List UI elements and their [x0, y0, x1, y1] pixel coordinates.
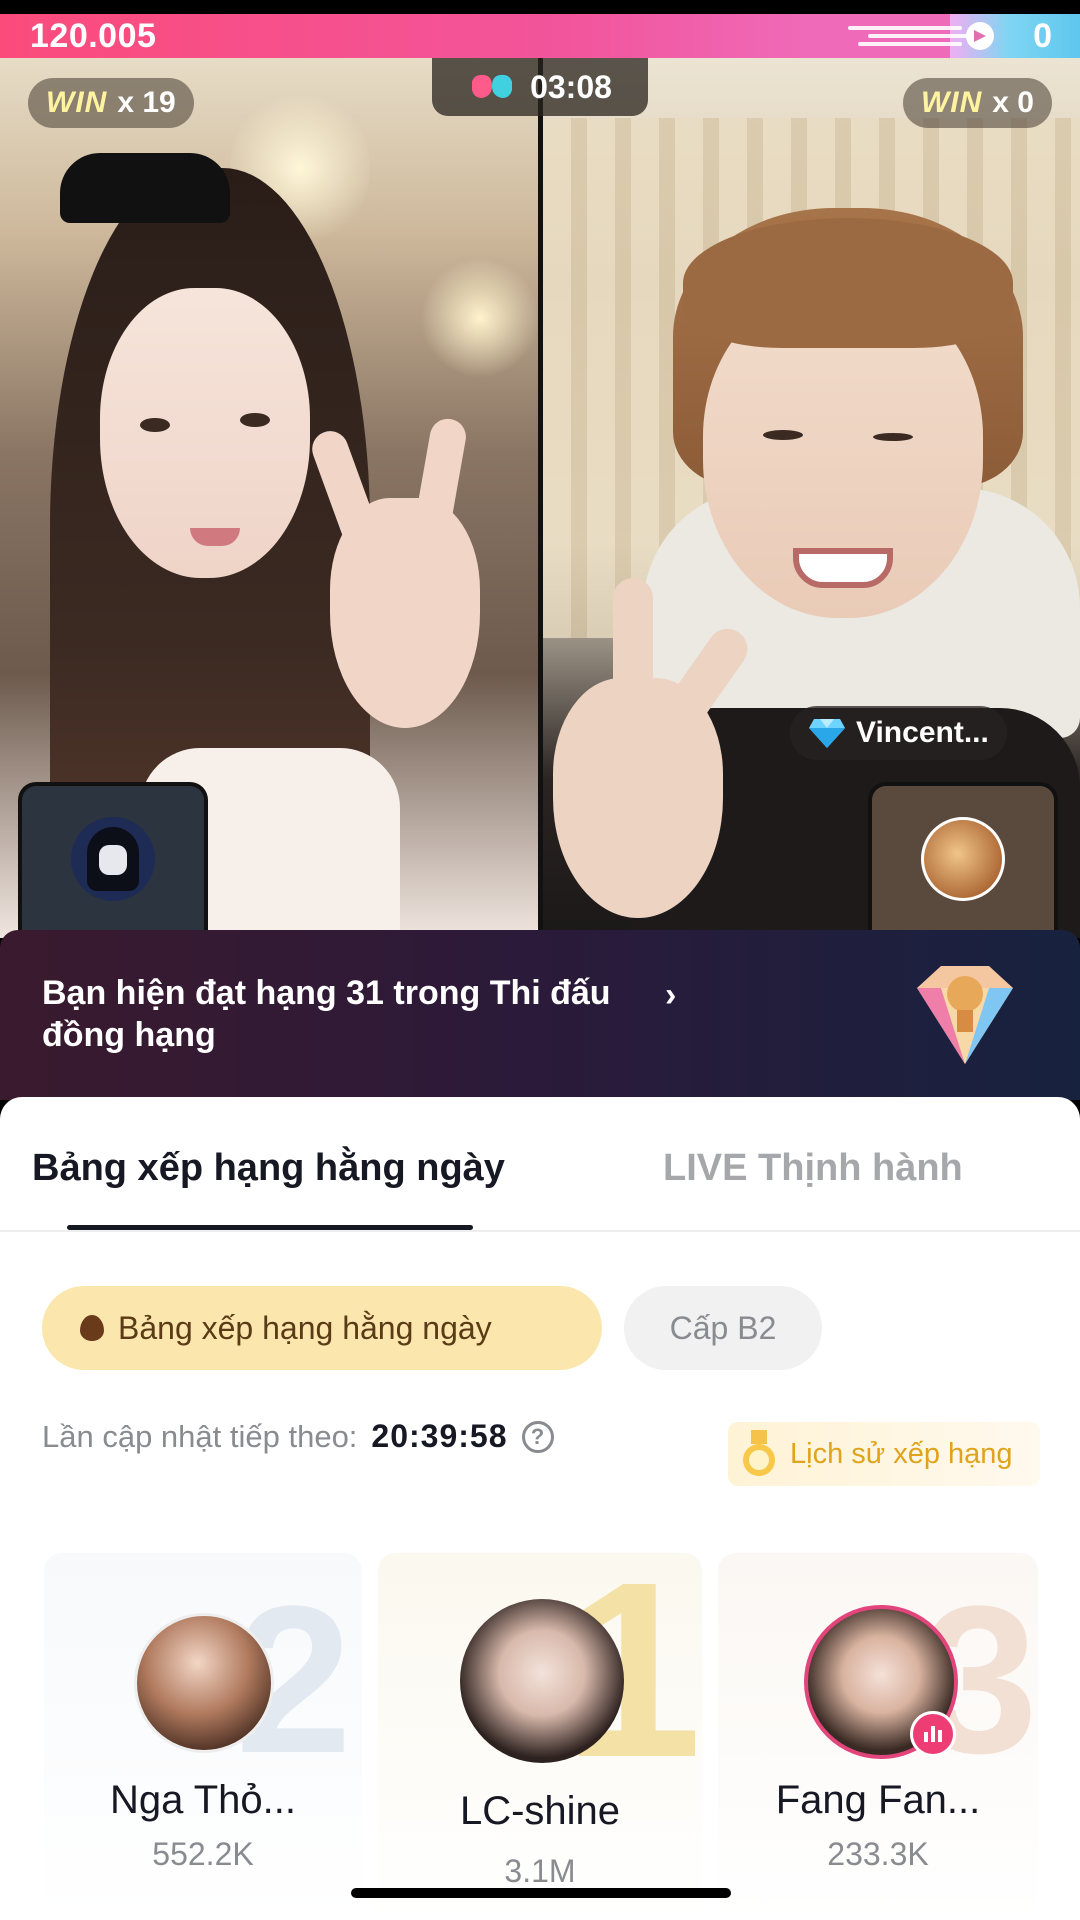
avatar-art [924, 820, 1002, 898]
right-win-streak: WIN x 0 [902, 78, 1052, 128]
medal-icon [743, 1430, 775, 1476]
right-stream-video[interactable]: WIN x 0 [543, 58, 1080, 938]
next-update-row: Lần cập nhật tiếp theo: 20:39:58 ? [42, 1418, 554, 1455]
timer-value: 03:08 [530, 68, 612, 105]
battle-score-bar: 120.005 0 [0, 14, 1080, 58]
avatar [134, 1613, 274, 1753]
rank-banner[interactable]: Bạn hiện đạt hạng 31 trong Thi đấu đồng … [0, 930, 1080, 1100]
chip-level-b2[interactable]: Cấp B2 [624, 1286, 822, 1370]
chandelier-light [420, 258, 538, 378]
podium-score: 233.3K [827, 1836, 929, 1872]
win-label: WIN [920, 86, 983, 119]
left-win-streak: WIN x 19 [28, 78, 194, 128]
podium-rank-3[interactable]: 3 Fang Fan... 233.3K [718, 1553, 1038, 1920]
diamond-icon [809, 719, 845, 748]
right-score-container: 0 [848, 14, 1080, 58]
bow-shape [60, 153, 230, 223]
gloves-icon [472, 74, 513, 98]
help-icon[interactable]: ? [521, 1420, 554, 1453]
podium-name: Nga Thỏ... [109, 1778, 297, 1822]
chip-daily-ranking[interactable]: Bảng xếp hạng hằng ngày [42, 1286, 602, 1370]
podium-name: Fang Fan... [775, 1778, 981, 1822]
win-label: WIN [46, 86, 108, 119]
next-update-label: Lần cập nhật tiếp theo: [42, 1418, 358, 1454]
status-strip [0, 0, 1080, 14]
right-guest-card[interactable] [868, 782, 1058, 932]
tab-live-trending[interactable]: LIVE Thịnh hành [663, 1147, 963, 1190]
opponent-name-pill[interactable]: Vincent... [790, 706, 1007, 760]
left-guest-card[interactable] [18, 782, 208, 932]
bar [938, 1730, 942, 1742]
eye-shape [763, 430, 803, 440]
ranking-history-button[interactable]: Lịch sử xếp hạng [728, 1422, 1040, 1486]
battle-timer: 03:08 [432, 58, 648, 116]
tab-daily-ranking[interactable]: Bảng xếp hạng hằng ngày [32, 1147, 505, 1190]
rank-banner-text: Bạn hiện đạt hạng 31 trong Thi đấu đồng … [42, 974, 611, 1054]
chip-label: Bảng xếp hạng hằng ngày [118, 1309, 492, 1346]
active-tab-indicator [67, 1225, 473, 1230]
leaderboard-tabs: Bảng xếp hạng hằng ngày LIVE Thịnh hành [0, 1097, 1080, 1232]
next-update-time: 20:39:58 [371, 1418, 508, 1454]
mouth-shape [793, 548, 893, 588]
chip-label: Cấp B2 [669, 1309, 777, 1346]
ranking-history-label: Lịch sử xếp hạng [790, 1437, 1013, 1470]
guest-avatar [921, 817, 1005, 901]
left-stream-video[interactable]: WIN x 19 [0, 58, 538, 938]
fringe-shape [683, 218, 1013, 348]
mask-shape [99, 845, 127, 875]
bar [924, 1732, 928, 1742]
live-bars-icon [910, 1711, 956, 1757]
eye-shape [873, 433, 913, 441]
drop-icon [80, 1315, 104, 1341]
opponent-name: Vincent... [856, 716, 989, 749]
avatar [460, 1599, 624, 1763]
bar [931, 1726, 935, 1742]
home-indicator[interactable] [351, 1888, 731, 1898]
eye-shape [240, 413, 270, 427]
meteor-icon [848, 22, 994, 50]
podium-name: LC-shine [459, 1789, 621, 1833]
win-count: x 0 [992, 86, 1034, 119]
podium-rank-1[interactable]: 1 LC-shine 3.1M [378, 1545, 702, 1920]
trophy-gem-icon [917, 966, 1013, 1064]
guest-avatar [71, 817, 155, 901]
podium-rank-2[interactable]: 2 Nga Thỏ... 552.2K [44, 1553, 362, 1920]
podium-score: 3.1M [504, 1853, 576, 1889]
left-score: 120.005 [0, 14, 950, 58]
eye-shape [140, 418, 170, 432]
podium-score: 552.2K [152, 1836, 254, 1872]
right-score: 0 [1033, 17, 1052, 55]
finger-shape [613, 578, 653, 748]
win-count: x 19 [117, 86, 176, 119]
chevron-right-icon: › [665, 976, 677, 1014]
